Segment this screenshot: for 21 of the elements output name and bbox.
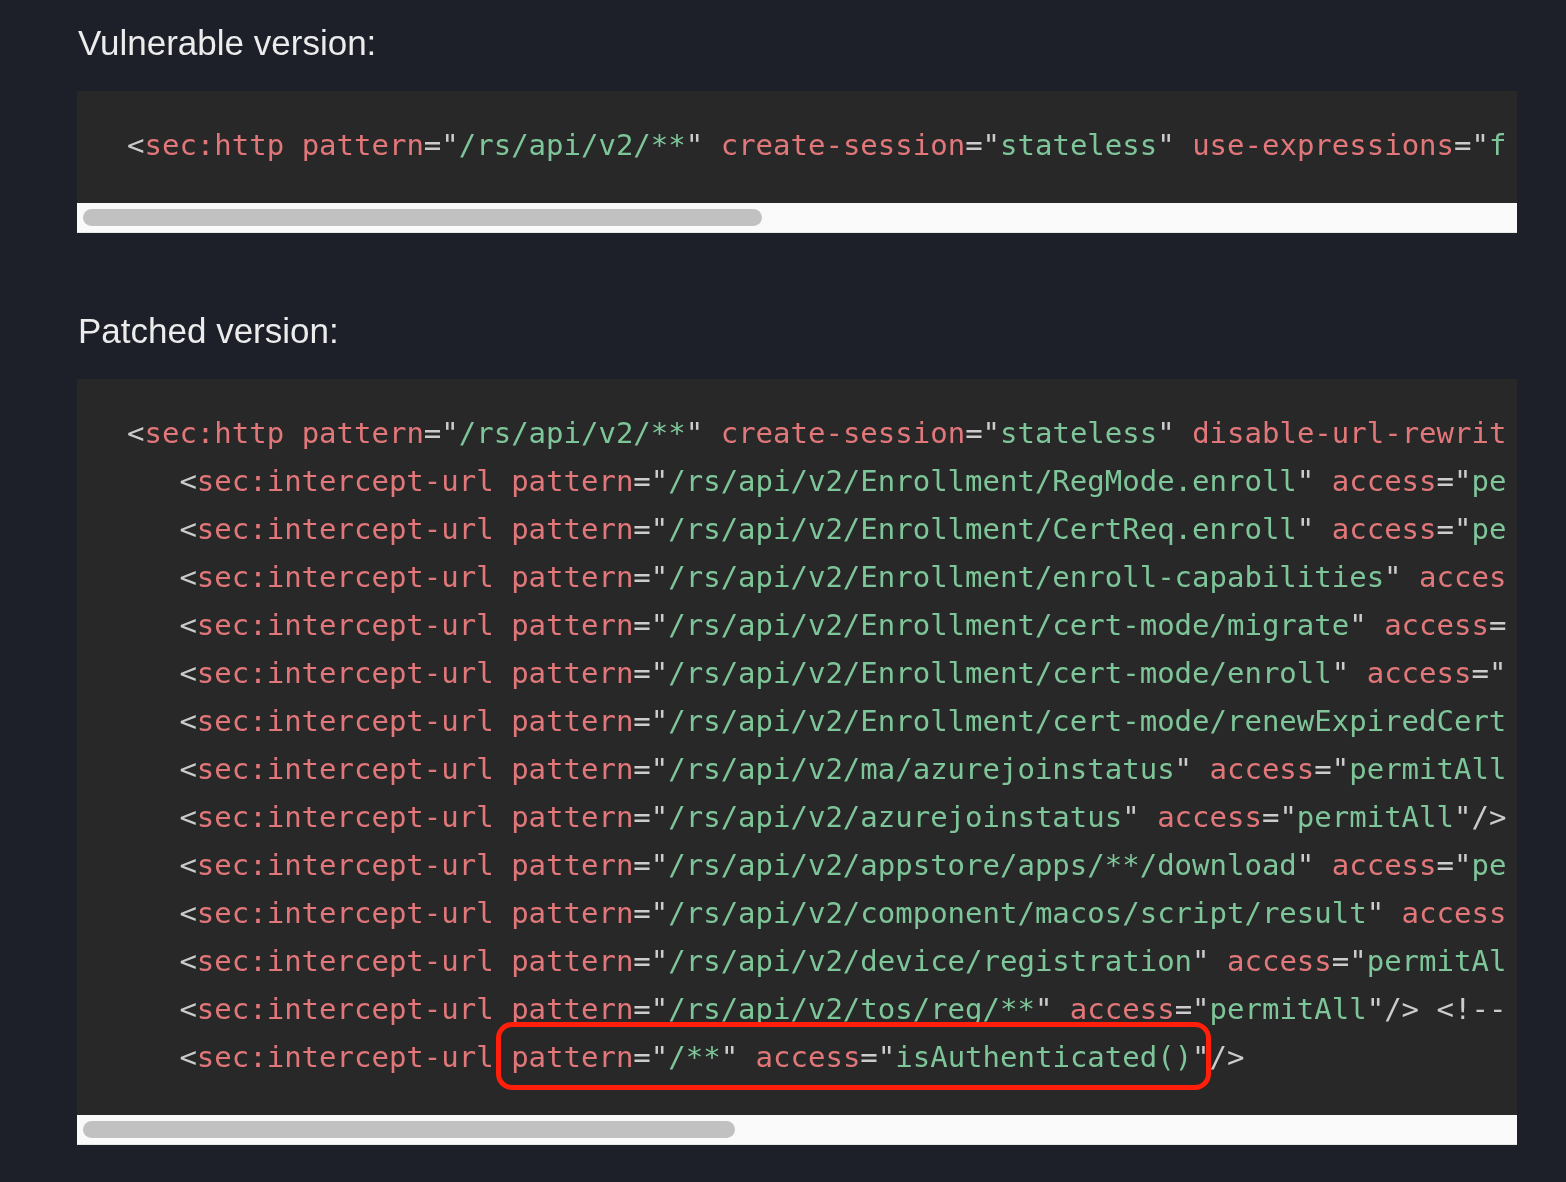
section-heading: Patched version: bbox=[78, 311, 339, 351]
code-line: <sec:intercept-url pattern="/rs/api/v2/ma/azurejoinstatus" access="permitAll bbox=[179, 751, 1507, 788]
code-line: <sec:intercept-url pattern="/rs/api/v2/device/registration" access="permitAl bbox=[179, 943, 1507, 980]
code-line: <sec:intercept-url pattern="/**" access="isAuthenticated()"/> bbox=[179, 1039, 1245, 1076]
code-line: <sec:intercept-url pattern="/rs/api/v2/Enrollment/RegMode.enroll" access="pe bbox=[179, 463, 1507, 500]
code-line: <sec:intercept-url pattern="/rs/api/v2/Enrollment/cert-mode/migrate" access= bbox=[179, 607, 1507, 644]
code-line: <sec:intercept-url pattern="/rs/api/v2/component/macos/script/result" access bbox=[179, 895, 1507, 932]
section-heading: Vulnerable version: bbox=[78, 23, 377, 63]
code-line: <sec:intercept-url pattern="/rs/api/v2/Enrollment/cert-mode/enroll" access=" bbox=[179, 655, 1507, 692]
code-line: <sec:intercept-url pattern="/rs/api/v2/Enrollment/cert-mode/renewExpiredCert bbox=[179, 703, 1507, 740]
code-line: <sec:intercept-url pattern="/rs/api/v2/appstore/apps/**/download" access="pe bbox=[179, 847, 1507, 884]
scrollbar[interactable] bbox=[77, 203, 1517, 233]
code-line: <sec:intercept-url pattern="/rs/api/v2/azurejoinstatus" access="permitAll"/> bbox=[179, 799, 1507, 836]
code-line: <sec:intercept-url pattern="/rs/api/v2/tos/reg/**" access="permitAll"/> <!-- bbox=[179, 991, 1507, 1028]
scrollbar[interactable] bbox=[77, 1115, 1517, 1145]
scrollbar-thumb[interactable] bbox=[83, 1121, 735, 1138]
code-line: <sec:http pattern="/rs/api/v2/**" create-session="stateless" disable-url-rewrit bbox=[127, 415, 1507, 452]
code-line: <sec:intercept-url pattern="/rs/api/v2/Enrollment/CertReq.enroll" access="pe bbox=[179, 511, 1507, 548]
code-line: <sec:http pattern="/rs/api/v2/**" create-session="stateless" use-expressions="f bbox=[127, 127, 1507, 164]
scrollbar-thumb[interactable] bbox=[83, 209, 762, 226]
code-line: <sec:intercept-url pattern="/rs/api/v2/Enrollment/enroll-capabilities" acces bbox=[179, 559, 1507, 596]
